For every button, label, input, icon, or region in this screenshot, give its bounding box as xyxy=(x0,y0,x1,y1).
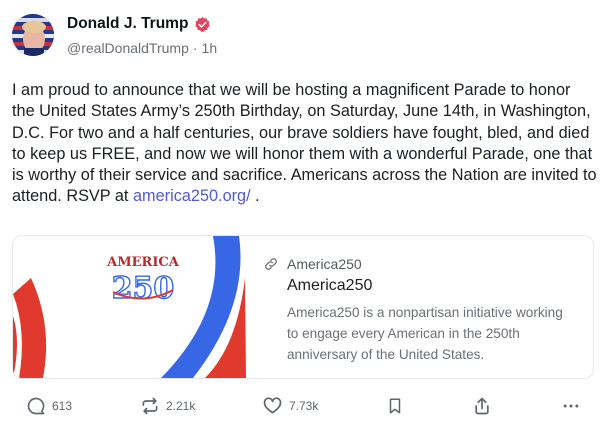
heart-icon xyxy=(263,397,282,414)
card-source-label: America250 xyxy=(287,256,362,272)
post-text-body: I am proud to announce that we will be h… xyxy=(12,81,597,206)
more-options-button[interactable] xyxy=(561,396,581,416)
like-count: 7.73k xyxy=(289,399,319,413)
card-info: America250 America250 America250 is a no… xyxy=(263,236,593,378)
author-display-name[interactable]: Donald J. Trump xyxy=(67,15,188,33)
link-preview-card[interactable]: AMERICA 250 America250 America250 Americ… xyxy=(12,235,594,379)
author-handle[interactable]: @realDonaldTrump xyxy=(67,40,189,56)
logo-word: AMERICA xyxy=(106,255,180,270)
retruth-button[interactable]: 2.21k xyxy=(140,396,195,416)
card-source: America250 xyxy=(263,256,362,272)
post-time[interactable]: 1h xyxy=(202,40,218,56)
reply-button[interactable]: 613 xyxy=(26,396,72,416)
card-image[interactable]: AMERICA 250 xyxy=(13,236,246,378)
reply-icon xyxy=(27,397,45,415)
avatar[interactable] xyxy=(12,14,54,56)
post-link[interactable]: america250.org/ xyxy=(133,187,251,205)
verified-badge-icon xyxy=(195,16,211,32)
avatar-image xyxy=(12,14,54,56)
share-button[interactable] xyxy=(472,396,492,416)
bookmark-icon xyxy=(389,398,401,414)
post-text-tail: . xyxy=(250,187,260,206)
share-icon xyxy=(475,397,489,415)
link-icon xyxy=(265,258,277,270)
author-name-row: Donald J. Trump xyxy=(67,15,211,33)
retruth-count: 2.21k xyxy=(166,399,196,413)
retruth-icon xyxy=(142,397,158,415)
more-icon xyxy=(563,404,579,408)
post: Donald J. Trump @realDonaldTrump · 1h I … xyxy=(0,0,600,431)
post-text: I am proud to announce that we will be h… xyxy=(12,80,597,208)
bookmark-button[interactable] xyxy=(386,396,404,416)
card-description: America250 is a nonpartisan initiative w… xyxy=(287,305,563,362)
logo-number: 250 xyxy=(112,271,175,306)
post-actions: 613 2.21k 7.73k xyxy=(0,396,600,426)
like-button[interactable]: 7.73k xyxy=(262,396,318,416)
meta-separator: · xyxy=(192,40,198,56)
author-meta: @realDonaldTrump · 1h xyxy=(67,40,217,56)
america250-logo-image: AMERICA 250 xyxy=(13,236,246,378)
card-title: America250 xyxy=(287,277,373,294)
reply-count: 613 xyxy=(52,399,73,413)
